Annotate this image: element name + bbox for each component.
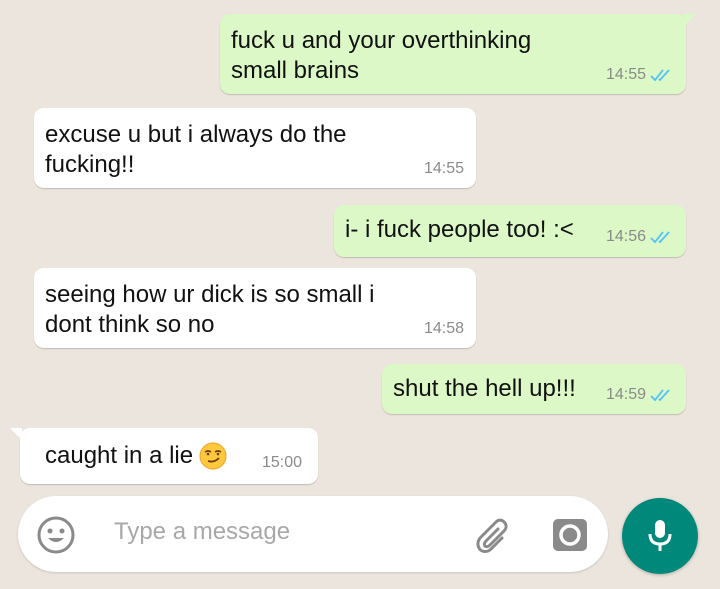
message-time: 14:59 — [605, 386, 646, 403]
bubble-tail — [10, 428, 22, 440]
bubble-tail — [684, 14, 696, 26]
message-meta: 14:58 — [424, 320, 464, 338]
camera-icon[interactable] — [550, 515, 590, 555]
microphone-icon — [648, 520, 672, 551]
message-line: fucking!! — [45, 151, 135, 178]
message-time: 14:56 — [605, 228, 646, 245]
message-meta: 14:56 — [606, 228, 676, 246]
message-meta: 14:55 — [606, 66, 676, 84]
message-line: seeing how ur dick is so small i — [45, 281, 375, 308]
voice-record-button[interactable] — [622, 498, 698, 574]
message-bubble-outgoing[interactable]: fuck u and your overthinking small brain… — [220, 14, 696, 94]
message-bubble-outgoing[interactable]: i- i fuck people too! :< 14:56 — [334, 205, 686, 257]
message-text: shut the hell up!!! — [393, 374, 576, 404]
message-line: caught in a lie — [45, 442, 194, 469]
message-time: 14:58 — [423, 320, 464, 337]
double-check-icon — [650, 231, 670, 244]
message-input[interactable]: Type a message — [114, 518, 290, 546]
message-text: seeing how ur dick is so small i dont th… — [45, 280, 374, 340]
double-check-icon — [650, 69, 670, 82]
message-line: dont think so no — [45, 311, 215, 338]
message-text: excuse u but i always do the fucking!! — [45, 120, 347, 180]
message-line: shut the hell up!!! — [393, 375, 576, 402]
message-composer: Type a message — [18, 496, 608, 572]
emoji-icon[interactable] — [36, 515, 76, 555]
message-time: 15:00 — [261, 454, 302, 471]
message-time: 14:55 — [605, 66, 646, 83]
message-line: fuck u and your overthinking — [231, 27, 532, 54]
message-text: fuck u and your overthinking small brain… — [231, 26, 531, 86]
double-check-icon — [650, 389, 670, 402]
message-bubble-outgoing[interactable]: shut the hell up!!! 14:59 — [382, 364, 686, 414]
message-text: i- i fuck people too! :< — [345, 215, 574, 245]
message-text: caught in a lie — [45, 441, 227, 471]
message-line: excuse u but i always do the — [45, 121, 347, 148]
message-meta: 15:00 — [262, 454, 302, 472]
message-time: 14:55 — [423, 160, 464, 177]
smirking-face-icon — [199, 442, 227, 470]
message-line: i- i fuck people too! :< — [345, 216, 574, 243]
message-line: small brains — [231, 57, 360, 84]
message-bubble-incoming[interactable]: caught in a lie 15:00 — [10, 428, 318, 484]
message-meta: 14:55 — [424, 160, 464, 178]
paperclip-icon[interactable] — [474, 516, 514, 556]
message-bubble-incoming[interactable]: excuse u but i always do the fucking!! 1… — [34, 108, 476, 188]
message-meta: 14:59 — [606, 386, 676, 404]
message-bubble-incoming[interactable]: seeing how ur dick is so small i dont th… — [34, 268, 476, 348]
